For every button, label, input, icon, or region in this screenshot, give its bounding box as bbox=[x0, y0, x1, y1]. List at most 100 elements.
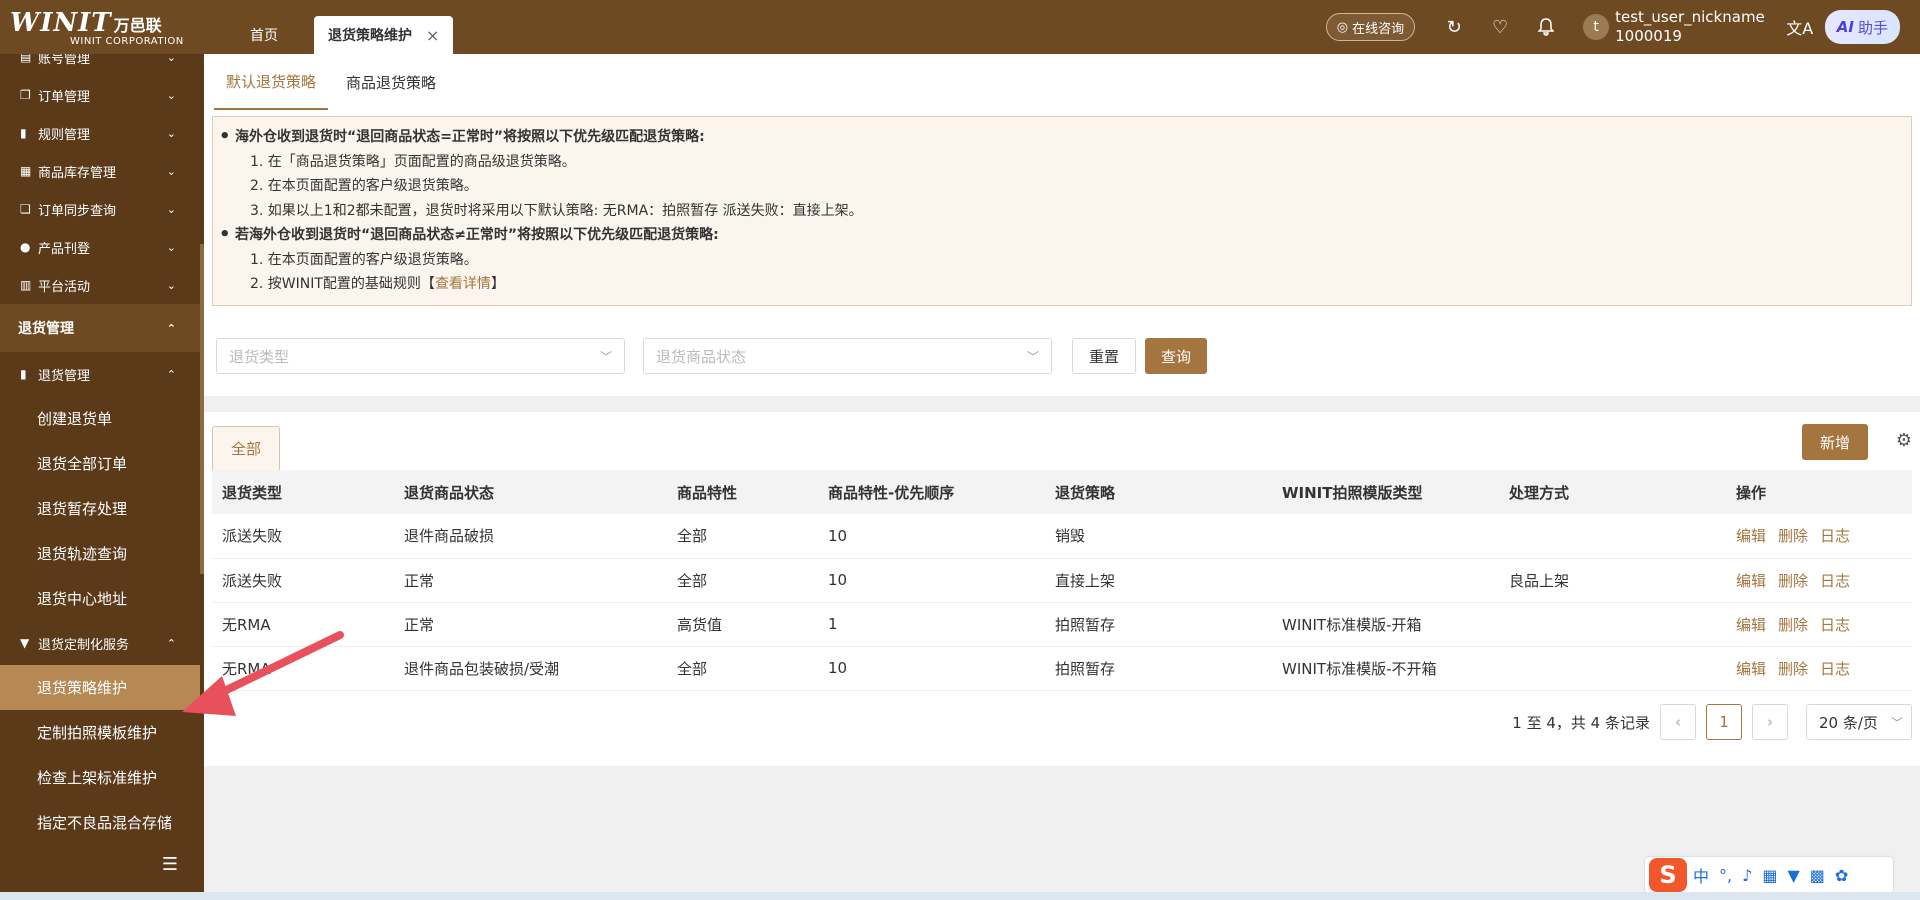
chevron-down-icon: ⌄ bbox=[166, 278, 176, 292]
skin-icon[interactable]: ▼ bbox=[1787, 866, 1799, 885]
delete-link[interactable]: 删除 bbox=[1778, 572, 1808, 590]
ime-toolbar[interactable]: S 中 °, ♪ ▦ ▼ ▩ ✿ bbox=[1645, 857, 1893, 893]
user-menu[interactable]: t test_user_nickname 1000019 bbox=[1583, 8, 1765, 46]
bell-icon[interactable] bbox=[1523, 18, 1569, 36]
refresh-icon[interactable]: ↻ bbox=[1431, 17, 1477, 38]
edit-link[interactable]: 编辑 bbox=[1736, 660, 1766, 678]
sidebar-item-account[interactable]: ▤ 账号管理 ⌄ bbox=[0, 54, 200, 76]
collapse-menu-icon[interactable]: ☰ bbox=[0, 836, 200, 892]
shop-icon: ▥ bbox=[20, 278, 32, 292]
tab-default-strategy[interactable]: 默认退货策略 bbox=[214, 54, 329, 110]
row-actions: 编辑 删除 日志 bbox=[1726, 558, 1912, 603]
microphone-icon[interactable]: ♪ bbox=[1742, 866, 1752, 885]
log-link[interactable]: 日志 bbox=[1820, 616, 1850, 634]
tab-return-strategy[interactable]: 退货策略维护 × bbox=[314, 16, 454, 54]
log-link[interactable]: 日志 bbox=[1820, 527, 1850, 545]
translate-icon[interactable]: 文A bbox=[1775, 15, 1825, 39]
return-type-select[interactable]: 退货类型 ﹀ bbox=[216, 338, 625, 374]
shield-icon[interactable]: ♡ bbox=[1477, 17, 1523, 38]
avatar: t bbox=[1583, 14, 1610, 40]
strategy-table: 退货类型 退货商品状态 商品特性 商品特性-优先顺序 退货策略 WINIT拍照模… bbox=[212, 470, 1912, 691]
log-link[interactable]: 日志 bbox=[1820, 660, 1850, 678]
sidebar-item-return-address[interactable]: 退货中心地址 bbox=[0, 576, 200, 621]
shirt-icon: ▼ bbox=[20, 636, 30, 650]
log-link[interactable]: 日志 bbox=[1820, 572, 1850, 590]
table-cell: 派送失败 bbox=[212, 558, 394, 603]
edit-link[interactable]: 编辑 bbox=[1736, 572, 1766, 590]
table-cell: 派送失败 bbox=[212, 514, 394, 559]
chevron-down-icon: ﹀ bbox=[1026, 349, 1039, 364]
book-icon: ▮ bbox=[20, 126, 27, 140]
view-details-link[interactable]: 查看详情 bbox=[435, 276, 491, 292]
return-type-placeholder: 退货类型 bbox=[229, 347, 290, 366]
sidebar-item-create-return[interactable]: 创建退货单 bbox=[0, 396, 200, 441]
chevron-down-icon: ⌄ bbox=[166, 164, 176, 178]
close-icon[interactable]: × bbox=[426, 26, 439, 45]
row-actions: 编辑 删除 日志 bbox=[1726, 602, 1912, 647]
table-cell: 退件商品破损 bbox=[394, 514, 667, 559]
logo-brand: WINIT bbox=[10, 7, 112, 38]
sidebar-item-return-strategy[interactable]: 退货策略维护 bbox=[0, 665, 200, 710]
sidebar-subgroup-custom[interactable]: ▼ 退货定制化服务 ⌃ bbox=[0, 621, 200, 665]
table-cell: 10 bbox=[818, 558, 1045, 603]
table-row: 派送失败 正常 全部 10 直接上架 良品上架 编辑 删除 日志 bbox=[212, 558, 1912, 603]
mascot-icon[interactable]: ✿ bbox=[1835, 866, 1848, 885]
chevron-down-icon: ⌄ bbox=[166, 126, 176, 140]
sidebar-item-inspection-standard[interactable]: 检查上架标准维护 bbox=[0, 755, 200, 800]
return-status-select[interactable]: 退货商品状态 ﹀ bbox=[643, 338, 1052, 374]
delete-link[interactable]: 删除 bbox=[1778, 527, 1808, 545]
winit-logo[interactable]: WINIT 万邑联 WINIT CORPORATION bbox=[0, 0, 200, 54]
sidebar-item-label: 商品库存管理 bbox=[38, 165, 117, 181]
prev-page-button[interactable]: ‹ bbox=[1660, 704, 1696, 740]
table-cell: 退件商品包装破损/受潮 bbox=[394, 646, 667, 691]
online-consult-label: 在线咨询 bbox=[1352, 21, 1405, 37]
table-panel: 全部 新增 ⚙ 退货类型 退货商品状态 商品特性 商品特性-优先顺序 退货策略 … bbox=[204, 412, 1920, 766]
sidebar-item-inventory[interactable]: ▦ 商品库存管理 ⌄ bbox=[0, 152, 200, 190]
ai-assistant-button[interactable]: AI 助手 bbox=[1824, 10, 1900, 44]
notice-item: 1. 在本页面配置的客户级退货策略。 bbox=[250, 251, 478, 268]
sidebar-item-activity[interactable]: ▥ 平台活动 ⌄ bbox=[0, 266, 200, 304]
chevron-down-icon: ﹀ bbox=[599, 349, 612, 364]
tab-home[interactable]: 首页 bbox=[214, 16, 314, 54]
sidebar-item-rules[interactable]: ▮ 规则管理 ⌄ bbox=[0, 114, 200, 152]
keyboard-icon[interactable]: ▦ bbox=[1762, 866, 1777, 885]
table-cell: 全部 bbox=[667, 558, 818, 603]
sidebar-item-label: 平台活动 bbox=[38, 279, 91, 295]
sidebar-group-label: 退货管理 bbox=[18, 321, 74, 337]
punctuation-icon[interactable]: °, bbox=[1719, 866, 1732, 885]
next-page-button[interactable]: › bbox=[1752, 704, 1788, 740]
sidebar-item-order-sync[interactable]: ❏ 订单同步查询 ⌄ bbox=[0, 190, 200, 228]
add-button[interactable]: 新增 bbox=[1801, 424, 1868, 460]
sidebar-subgroup-returns[interactable]: ▮ 退货管理 ⌃ bbox=[0, 352, 200, 396]
tab-all[interactable]: 全部 bbox=[212, 426, 281, 470]
ime-mode[interactable]: 中 bbox=[1693, 863, 1709, 887]
sidebar: ▤ 账号管理 ⌄ ❐ 订单管理 ⌄ ▮ 规则管理 ⌄ ▦ 商品库存管理 ⌄ ❏ 订单同步查询 ⌄ ●… bbox=[0, 54, 200, 892]
sidebar-item-return-storage[interactable]: 退货暂存处理 bbox=[0, 486, 200, 531]
taskbar-strip bbox=[0, 892, 1920, 900]
edit-link[interactable]: 编辑 bbox=[1736, 527, 1766, 545]
query-button[interactable]: 查询 bbox=[1145, 338, 1208, 374]
page-size-select[interactable]: 20 条/页 ﹀ bbox=[1806, 704, 1912, 740]
delete-link[interactable]: 删除 bbox=[1778, 660, 1808, 678]
tab-return-strategy-label: 退货策略维护 bbox=[328, 28, 412, 44]
sidebar-item-orders[interactable]: ❐ 订单管理 ⌄ bbox=[0, 76, 200, 114]
sidebar-item-photo-template[interactable]: 定制拍照模板维护 bbox=[0, 710, 200, 755]
gear-icon[interactable]: ⚙ bbox=[1896, 430, 1912, 451]
sidebar-item-return-tracking[interactable]: 退货轨迹查询 bbox=[0, 531, 200, 576]
reset-button[interactable]: 重置 bbox=[1072, 338, 1137, 374]
notice-line-abnormal: 若海外仓收到退货时“退回商品状态≠正常时”将按照以下优先级匹配退货策略: bbox=[219, 223, 1891, 248]
chevron-down-icon: ⌄ bbox=[166, 54, 176, 64]
tab-product-strategy[interactable]: 商品退货策略 bbox=[334, 54, 448, 110]
table-cell bbox=[1499, 646, 1726, 691]
page-number-button[interactable]: 1 bbox=[1706, 704, 1742, 740]
toolbox-icon[interactable]: ▩ bbox=[1810, 866, 1825, 885]
table-cell: 10 bbox=[818, 514, 1045, 559]
table-cell: 正常 bbox=[394, 602, 667, 647]
delete-link[interactable]: 删除 bbox=[1778, 616, 1808, 634]
table-cell: 拍照暂存 bbox=[1045, 602, 1272, 647]
edit-link[interactable]: 编辑 bbox=[1736, 616, 1766, 634]
online-consult-button[interactable]: ◎ 在线咨询 bbox=[1325, 13, 1416, 41]
sidebar-item-all-returns[interactable]: 退货全部订单 bbox=[0, 441, 200, 486]
sidebar-group-returns[interactable]: 退货管理 ⌃ bbox=[0, 304, 200, 352]
sidebar-item-listing[interactable]: ● 产品刊登 ⌄ bbox=[0, 228, 200, 266]
